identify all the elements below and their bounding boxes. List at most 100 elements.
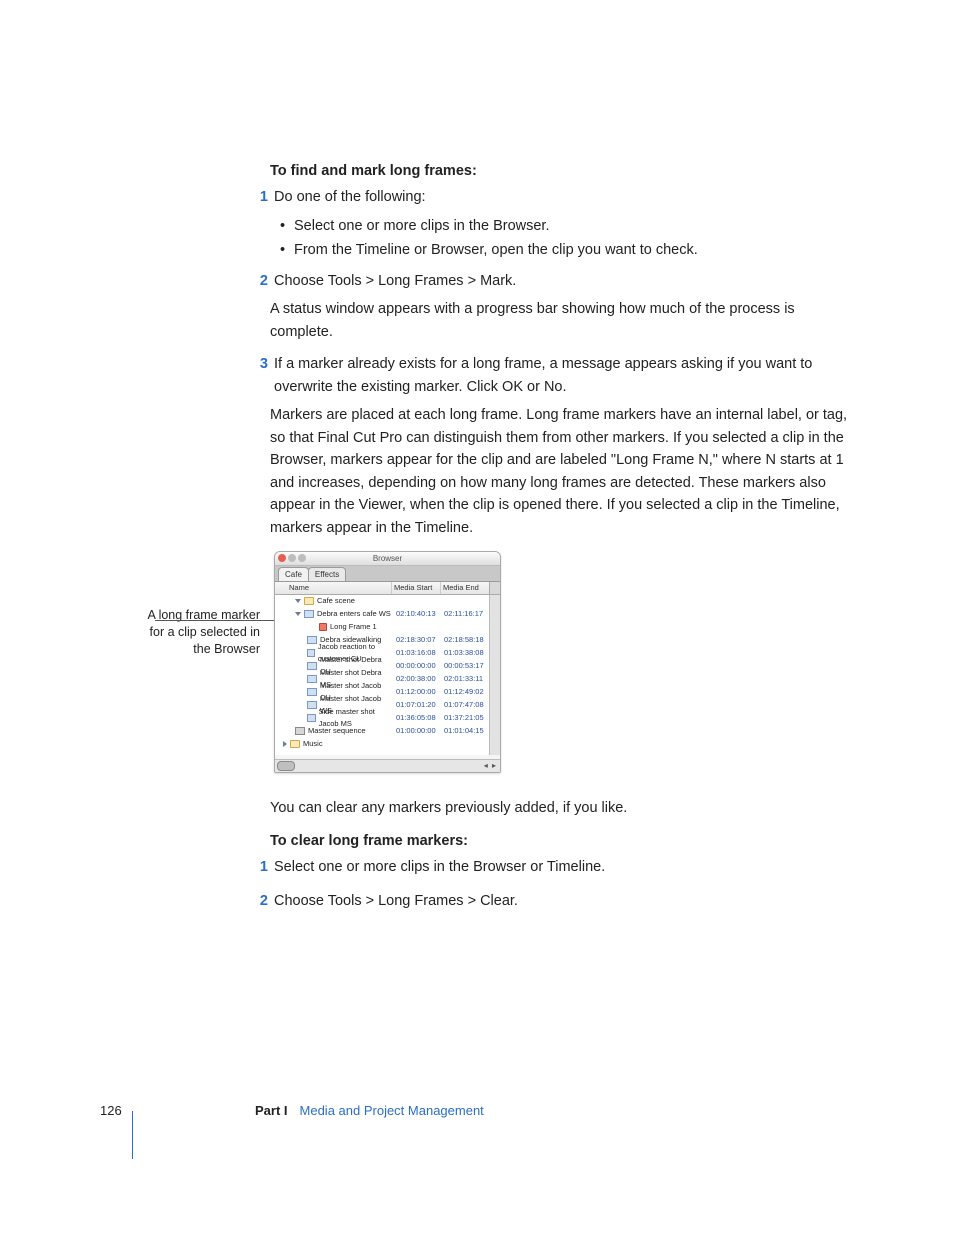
zoom-icon[interactable] xyxy=(298,554,306,562)
step-number: 3 xyxy=(250,353,268,398)
column-disclosure xyxy=(275,582,287,594)
step-1-clear: 1 Select one or more clips in the Browse… xyxy=(270,856,860,878)
content-area: To find and mark long frames: 1 Do one o… xyxy=(270,160,860,919)
page-footer: 126 Part I Media and Project Management xyxy=(100,1101,860,1121)
bullet-text: From the Timeline or Browser, open the c… xyxy=(294,239,698,261)
row-media-end xyxy=(442,621,490,633)
clip-icon xyxy=(307,688,317,696)
table-row[interactable]: Cafe scene xyxy=(275,595,500,608)
folder-icon xyxy=(304,597,314,605)
callout-leader-line xyxy=(155,620,275,621)
row-media-end xyxy=(442,738,490,750)
step-number: 2 xyxy=(250,270,268,292)
clip-icon xyxy=(307,636,317,644)
row-media-start: 00:00:00:00 xyxy=(394,660,442,672)
figure: A long frame marker for a clip selected … xyxy=(270,551,860,781)
step-text: Choose Tools > Long Frames > Clear. xyxy=(274,890,860,912)
row-media-end: 00:00:53:17 xyxy=(442,660,490,672)
browser-window: Browser Cafe Effects Name Media Start Me… xyxy=(274,551,501,773)
row-media-end: 02:18:58:18 xyxy=(442,634,490,646)
bottom-scrollbar[interactable]: ◂ ▸ xyxy=(275,759,500,772)
bullet-dot-icon: • xyxy=(280,215,294,237)
table-row[interactable]: Music xyxy=(275,738,500,751)
bullet-list: • Select one or more clips in the Browse… xyxy=(270,215,860,262)
row-name: Master sequence xyxy=(308,725,366,737)
folder-icon xyxy=(290,740,300,748)
scroll-arrows-icon[interactable]: ◂ ▸ xyxy=(484,760,500,772)
minimize-icon[interactable] xyxy=(288,554,296,562)
step-3: 3 If a marker already exists for a long … xyxy=(270,353,860,398)
close-icon[interactable] xyxy=(278,554,286,562)
scroll-header xyxy=(489,582,500,594)
footer-part: Part I xyxy=(255,1101,288,1121)
section-heading-find: To find and mark long frames: xyxy=(270,160,860,182)
step-1: 1 Do one of the following: xyxy=(270,186,860,208)
row-media-start: 02:18:30:07 xyxy=(394,634,442,646)
seq-icon xyxy=(295,727,305,735)
row-media-end: 01:01:04:15 xyxy=(442,725,490,737)
clip-icon xyxy=(307,714,316,722)
column-headers: Name Media Start Media End xyxy=(275,582,500,595)
row-media-start xyxy=(394,738,442,750)
bullet-text: Select one or more clips in the Browser. xyxy=(294,215,549,237)
table-row[interactable]: Side master shot Jacob MS01:36:05:0801:3… xyxy=(275,712,500,725)
row-media-end: 02:01:33:11 xyxy=(442,673,490,685)
row-media-end: 01:03:38:08 xyxy=(442,647,490,659)
paragraph: You can clear any markers previously add… xyxy=(270,797,860,819)
row-media-end xyxy=(442,595,490,607)
window-title: Browser xyxy=(373,554,402,563)
step-number: 2 xyxy=(250,890,268,912)
step-number: 1 xyxy=(250,856,268,878)
browser-rows: Cafe sceneDebra enters cafe WS02:10:40:1… xyxy=(275,595,500,755)
disclosure-down-icon[interactable] xyxy=(295,599,301,603)
step-number: 1 xyxy=(250,186,268,208)
table-row[interactable]: Debra enters cafe WS02:10:40:1302:11:16:… xyxy=(275,608,500,621)
section-heading-clear: To clear long frame markers: xyxy=(270,830,860,852)
row-name: Debra enters cafe WS xyxy=(317,608,391,620)
page: To find and mark long frames: 1 Do one o… xyxy=(0,0,954,1235)
step-text: Choose Tools > Long Frames > Mark. xyxy=(274,270,860,292)
step-2: 2 Choose Tools > Long Frames > Mark. xyxy=(270,270,860,292)
step-text: If a marker already exists for a long fr… xyxy=(274,353,860,398)
row-media-start: 02:10:40:13 xyxy=(394,608,442,620)
column-media-start[interactable]: Media Start xyxy=(391,582,440,594)
tab-effects[interactable]: Effects xyxy=(308,567,346,581)
row-name: Long Frame 1 xyxy=(330,621,377,633)
bullet-dot-icon: • xyxy=(280,239,294,261)
bullet-item: • Select one or more clips in the Browse… xyxy=(280,215,860,237)
row-media-start: 02:00:38:00 xyxy=(394,673,442,685)
row-media-start xyxy=(394,595,442,607)
column-name[interactable]: Name xyxy=(287,582,391,594)
window-titlebar: Browser xyxy=(275,552,500,566)
table-row[interactable]: Master sequence 01:00:00:0001:01:04:15 xyxy=(275,725,500,738)
row-media-end: 01:37:21:05 xyxy=(442,712,490,724)
row-media-start: 01:07:01:20 xyxy=(394,699,442,711)
clip-icon xyxy=(304,610,314,618)
clip-icon xyxy=(307,675,317,683)
row-media-end: 02:11:16:17 xyxy=(442,608,490,620)
marker-icon xyxy=(319,623,327,631)
tab-bar: Cafe Effects xyxy=(275,566,500,582)
step-note: A status window appears with a progress … xyxy=(270,298,860,343)
clip-icon xyxy=(307,649,315,657)
disclosure-down-icon[interactable] xyxy=(295,612,301,616)
step-text: Select one or more clips in the Browser … xyxy=(274,856,860,878)
column-media-end[interactable]: Media End xyxy=(440,582,489,594)
row-media-start: 01:00:00:00 xyxy=(394,725,442,737)
row-media-end: 01:07:47:08 xyxy=(442,699,490,711)
scroll-thumb[interactable] xyxy=(277,761,295,771)
figure-callout: A long frame marker for a clip selected … xyxy=(130,607,260,658)
step-text: Do one of the following: xyxy=(274,186,860,208)
row-media-start: 01:36:05:08 xyxy=(394,712,442,724)
tab-cafe[interactable]: Cafe xyxy=(278,567,309,581)
disclosure-right-icon[interactable] xyxy=(283,741,287,747)
row-name: Cafe scene xyxy=(317,595,355,607)
clip-icon xyxy=(307,701,317,709)
row-media-start xyxy=(394,621,442,633)
window-controls xyxy=(278,554,306,562)
row-name: Music xyxy=(303,738,323,750)
row-media-start: 01:03:16:08 xyxy=(394,647,442,659)
row-media-start: 01:12:00:00 xyxy=(394,686,442,698)
table-row[interactable]: Long Frame 1 xyxy=(275,621,500,634)
paragraph: Markers are placed at each long frame. L… xyxy=(270,404,860,539)
